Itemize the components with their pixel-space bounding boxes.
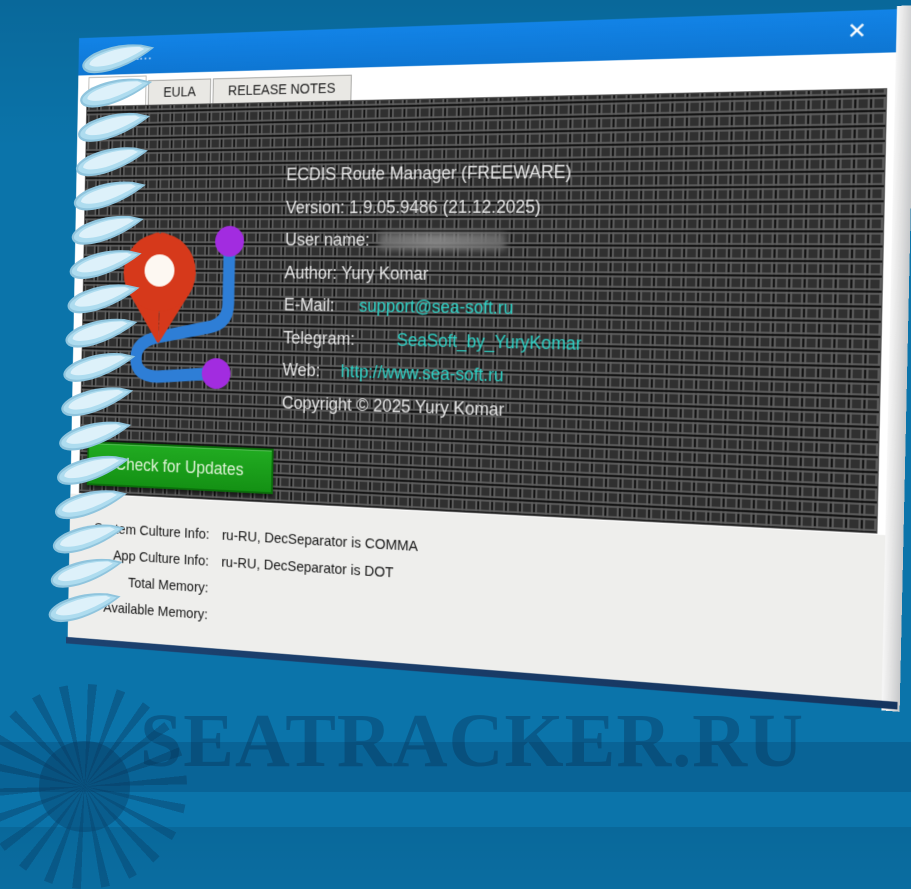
about-text-block: ECDIS Route Manager (FREEWARE) Version: … [282,152,874,440]
user-name-label: User name: [285,230,370,250]
version-line: Version: 1.9.05.9486 (21.12.2025) [285,188,872,224]
web-label: Web: [282,360,320,380]
app-title: ECDIS Route Manager (FREEWARE) [286,152,873,192]
close-icon[interactable]: ✕ [840,16,874,47]
route-pin-icon [102,211,254,400]
tab-release-notes[interactable]: RELEASE NOTES [212,75,351,104]
email-label: E-Mail: [284,295,335,315]
telegram-label: Telegram: [283,327,355,348]
tab-info[interactable]: INFO [88,75,147,106]
about-dialog: About... ✕ INFO EULA RELEASE NOTES ECDIS… [68,9,897,701]
user-name-line: User name: [285,224,872,260]
check-for-updates-button[interactable]: Check for Updates [87,441,274,494]
info-panel: ECDIS Route Manager (FREEWARE) Version: … [79,88,887,534]
watermark-band [0,742,911,792]
tab-eula[interactable]: EULA [148,78,211,104]
telegram-link[interactable]: SeaSoft_by_YuryKomar [397,329,582,353]
window-title: About... [99,36,153,75]
email-link[interactable]: support@sea-soft.ru [359,296,514,318]
web-link[interactable]: http://www.sea-soft.ru [341,361,504,385]
user-name-redacted [379,233,506,250]
